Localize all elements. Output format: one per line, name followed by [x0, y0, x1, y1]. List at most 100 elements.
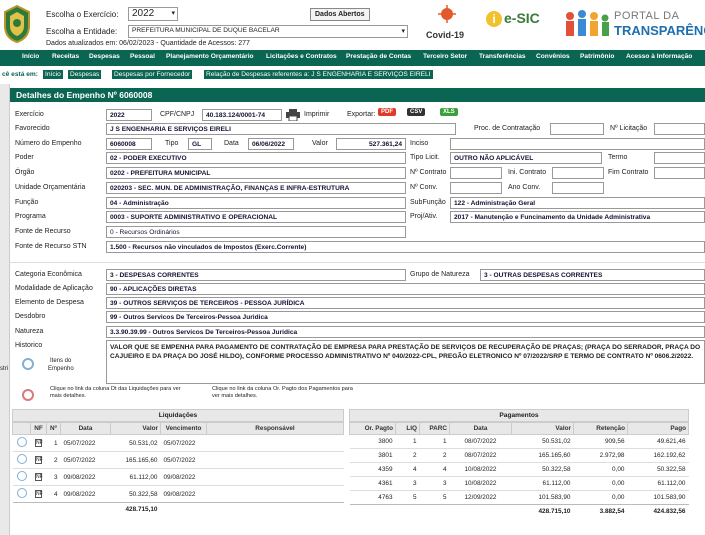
- exercicio-select[interactable]: 2022 ▾: [128, 7, 178, 21]
- funcao-field: 04 - Administração: [106, 197, 406, 209]
- cell-vencimento: 05/07/2022: [160, 451, 207, 469]
- numero-empenho-field: 6060008: [106, 138, 152, 150]
- itens-label-1[interactable]: Itens do: [50, 358, 71, 364]
- cell-vencimento: 09/08/2022: [160, 468, 207, 486]
- breadcrumb-despesas-fornecedor[interactable]: Despesas por Fornecedor: [112, 70, 193, 79]
- view-item-icon[interactable]: [16, 437, 27, 447]
- liquidacoes-hint: Clique no link da coluna Dt das Liquidaç…: [50, 386, 181, 399]
- pagamentos-hint: Clique no link da coluna Or. Pagto dos P…: [212, 386, 353, 399]
- th-parc: PARC: [419, 422, 450, 435]
- itens-empenho-icon[interactable]: [22, 358, 34, 370]
- table-row: 4359 4 4 10/08/2022 50.322,58 0,00 50.32…: [349, 462, 689, 477]
- covid-link[interactable]: Covid-19: [418, 3, 476, 43]
- cell-valor: 61.112,00: [511, 476, 574, 491]
- nav-inicio[interactable]: Início: [22, 53, 39, 60]
- grupo-label: Grupo de Natureza: [410, 271, 470, 278]
- inciso-field: [450, 138, 705, 150]
- nav-transferencias[interactable]: Transferências: [479, 53, 526, 60]
- inciso-label: Inciso: [410, 140, 429, 147]
- pagamentos-total-retencao: 3.882,54: [573, 504, 628, 519]
- cell-liq: 3: [395, 476, 420, 491]
- nav-planejamento[interactable]: Planejamento Orçamentário: [166, 53, 254, 60]
- cell-data[interactable]: 05/07/2022: [60, 434, 111, 452]
- printer-icon[interactable]: [286, 109, 300, 121]
- esic-link[interactable]: i e-SIC: [486, 10, 548, 36]
- cell-or-pagto[interactable]: 3801: [349, 448, 396, 463]
- cell-or-pagto[interactable]: 3800: [349, 434, 396, 449]
- cell-valor: 101.583,90: [511, 490, 574, 505]
- th-n: Nº: [46, 422, 61, 435]
- nf-doc-icon[interactable]: NF: [35, 439, 43, 447]
- breadcrumb: cê está em: Início Despesas Despesas por…: [0, 66, 705, 84]
- cell-parc: 3: [419, 476, 450, 491]
- nav-receitas[interactable]: Receitas: [52, 53, 79, 60]
- dados-abertos-button[interactable]: Dados Abertos: [310, 8, 370, 21]
- nav-prestacao[interactable]: Prestação de Contas: [346, 53, 411, 60]
- table-row: NF 4 09/08/2022 50.322,58 09/08/2022: [12, 485, 344, 503]
- liquidacoes-table: Liquidações NF Nº Data Valor Vencimento …: [12, 409, 344, 517]
- cell-pago: 101.583,90: [627, 490, 689, 505]
- cell-pago: 50.322,58: [627, 462, 689, 477]
- th-valor: Valor: [511, 422, 574, 435]
- natureza-field: 3.3.90.39.99 - Outros Servicos De Tercei…: [106, 326, 705, 338]
- nav-terceiro-setor[interactable]: Terceiro Setor: [423, 53, 467, 60]
- modalidade-label: Modalidade de Aplicação: [15, 285, 93, 292]
- cell-pago: 61.112,00: [627, 476, 689, 491]
- nav-convenios[interactable]: Convênios: [536, 53, 570, 60]
- nav-patrimonio[interactable]: Patrimônio: [580, 53, 614, 60]
- cell-retencao: 0,00: [573, 476, 628, 491]
- cell-retencao: 2.972,98: [573, 448, 628, 463]
- nav-pessoal[interactable]: Pessoal: [130, 53, 155, 60]
- nf-doc-icon[interactable]: NF: [35, 456, 43, 464]
- orgao-label: Órgão: [15, 169, 35, 176]
- cell-vencimento: 05/07/2022: [160, 434, 207, 452]
- csv-export-button[interactable]: CSV: [407, 108, 426, 116]
- panel-title: Detalhes do Empenho Nº 6060008: [10, 88, 705, 102]
- th-liq: LIQ: [395, 422, 420, 435]
- cell-responsavel: [206, 434, 344, 452]
- funcao-label: Função: [15, 199, 39, 206]
- nav-despesas[interactable]: Despesas: [89, 53, 120, 60]
- nav-acesso-informacao[interactable]: Acesso à Informação: [626, 53, 692, 60]
- desdobro-field: 99 - Outros Servicos De Terceiros-Pessoa…: [106, 311, 705, 323]
- view-item-icon[interactable]: [16, 488, 27, 498]
- breadcrumb-inicio[interactable]: Início: [43, 70, 63, 79]
- view-item-icon[interactable]: [16, 454, 27, 464]
- ini-contrato-label: Ini. Contrato: [508, 169, 547, 176]
- imprimir-link[interactable]: Imprimir: [304, 111, 329, 118]
- xls-export-button[interactable]: XLS: [440, 108, 458, 116]
- licitacao-field: [654, 123, 705, 135]
- cell-or-pagto[interactable]: 4361: [349, 476, 396, 491]
- municipal-crest-logo: [4, 4, 30, 44]
- pagamentos-title: Pagamentos: [349, 409, 689, 422]
- cell-data[interactable]: 09/08/2022: [60, 468, 111, 486]
- cell-liq: 2: [395, 448, 420, 463]
- orgao-field: 0202 - PREFEITURA MUNICIPAL: [106, 167, 406, 179]
- th-pago: Pago: [627, 422, 689, 435]
- th-responsavel: Responsável: [206, 422, 344, 435]
- view-item-icon[interactable]: [16, 471, 27, 481]
- cell-data[interactable]: 09/08/2022: [60, 485, 111, 503]
- exportar-label: Exportar:: [347, 111, 376, 118]
- th-or-pagto: Or. Pagto: [349, 422, 396, 435]
- valor-label: Valor: [312, 140, 328, 147]
- cell-n: 2: [46, 451, 61, 469]
- cell-data[interactable]: 05/07/2022: [60, 451, 111, 469]
- pdf-export-button[interactable]: PDF: [378, 108, 396, 116]
- itens-label-2[interactable]: Empenho: [48, 366, 74, 372]
- cell-data: 08/07/2022: [449, 434, 512, 449]
- cell-or-pagto[interactable]: 4763: [349, 490, 396, 505]
- breadcrumb-despesas[interactable]: Despesas: [68, 70, 102, 79]
- header: Escolha o Exercício: 2022 ▾ Escolha a En…: [0, 0, 705, 50]
- cell-or-pagto[interactable]: 4359: [349, 462, 396, 477]
- cell-valor: 165.165,60: [110, 451, 161, 469]
- nav-licitacoes[interactable]: Licitações e Contratos: [266, 53, 337, 60]
- natureza-label: Natureza: [15, 328, 44, 335]
- proc-contratacao-field: [550, 123, 604, 135]
- fonte-label: Fonte de Recurso: [15, 228, 71, 235]
- esic-label: e-SIC: [504, 10, 540, 26]
- nf-doc-icon[interactable]: NF: [35, 490, 43, 498]
- nf-doc-icon[interactable]: NF: [35, 473, 43, 481]
- virus-icon: [438, 5, 456, 23]
- entidade-select[interactable]: PREFEITURA MUNICIPAL DE DUQUE BACELAR ▾: [128, 25, 408, 38]
